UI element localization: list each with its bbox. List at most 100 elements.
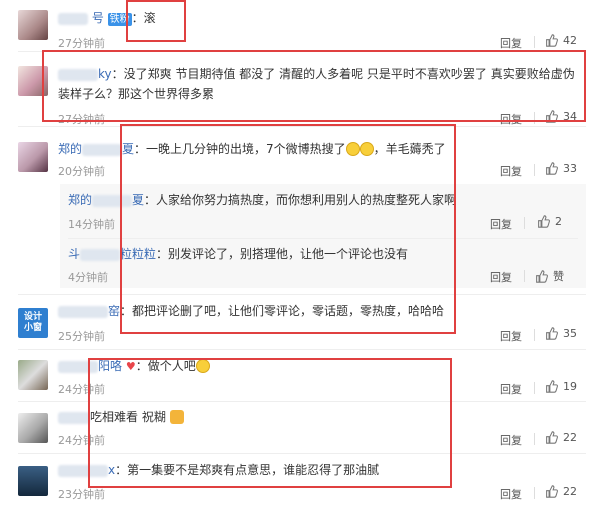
avatar[interactable] — [18, 413, 48, 443]
divider — [18, 401, 586, 402]
avatar[interactable]: 设计小窗 — [18, 308, 48, 338]
divider — [18, 453, 586, 454]
like-label: 赞 — [553, 270, 564, 283]
avatar[interactable] — [18, 142, 48, 172]
reply-button[interactable]: 回复 — [500, 163, 522, 179]
avatar[interactable] — [18, 360, 48, 390]
thumbs-up-icon — [546, 485, 558, 498]
reply-button[interactable]: 回复 — [500, 486, 522, 502]
reply-button[interactable]: 回复 — [500, 111, 522, 127]
like-button[interactable]: 42 — [545, 34, 577, 47]
comment-2: ky：没了郑爽 节目期待值 都没了 清醒的人多着呢 只是平时不喜欢吵罢了 真实要… — [0, 52, 594, 126]
username[interactable]: 阳咯 — [98, 359, 122, 373]
like-button[interactable]: 22 — [545, 485, 577, 498]
reply-button[interactable]: 回复 — [490, 269, 512, 285]
username-blur — [58, 464, 108, 477]
comment-text: 斗粒粒粒：别发评论了，别搭理他，让他一个评论也没有 — [68, 244, 408, 264]
timestamp: 23分钟前 — [58, 488, 105, 501]
divider — [534, 329, 535, 341]
username[interactable]: 郑的夏 — [58, 142, 134, 156]
divider — [534, 382, 535, 394]
comment-body: ：做个人吧 — [135, 359, 196, 373]
comment-text: 窑：都把评论删了吧，让他们零评论，零话题，零热度，哈哈哈 — [58, 301, 444, 321]
comment-body: ：一晚上几分钟的出境，7个微博热搜了 — [134, 142, 346, 156]
username-blur — [58, 360, 98, 373]
smile-emoji-icon — [195, 359, 210, 373]
comment-body: ：第一集要不是郑爽有点意思，谁能忍得了那油腻 — [115, 463, 380, 477]
avatar[interactable] — [18, 466, 48, 496]
like-count: 22 — [563, 431, 577, 444]
reply-button[interactable]: 回复 — [490, 216, 512, 232]
reply-button[interactable]: 回复 — [500, 432, 522, 448]
divider — [524, 270, 525, 282]
avatar[interactable] — [18, 66, 48, 96]
comment-text: ky：没了郑爽 节目期待值 都没了 清醒的人多着呢 只是平时不喜欢吵罢了 真实要… — [58, 64, 578, 104]
divider — [524, 217, 525, 229]
like-count: 35 — [563, 327, 577, 340]
avatar[interactable] — [18, 10, 48, 40]
thumbs-up-icon — [546, 380, 558, 393]
comment-body: ：滚 — [131, 11, 156, 25]
like-count: 19 — [563, 380, 577, 393]
username[interactable]: 斗粒粒粒 — [68, 247, 156, 261]
timestamp: 25分钟前 — [58, 330, 105, 343]
like-button[interactable]: 2 — [537, 215, 562, 228]
comment-body: ：没了郑爽 节目期待值 都没了 清醒的人多着呢 只是平时不喜欢吵罢了 真实要败给… — [111, 67, 575, 81]
timestamp: 27分钟前 — [58, 37, 105, 50]
reply-button[interactable]: 回复 — [500, 35, 522, 51]
divider — [18, 294, 586, 295]
like-button[interactable]: 33 — [545, 162, 577, 175]
username-blur — [58, 12, 88, 25]
divider — [534, 36, 535, 48]
comment-9: x：第一集要不是郑爽有点意思，谁能忍得了那油腻 23分钟前 回复 22 — [0, 456, 594, 518]
thumbs-down-emoji-icon — [169, 410, 184, 424]
like-button[interactable]: 19 — [545, 380, 577, 393]
thumbs-up-icon — [546, 431, 558, 444]
sub-reply-2: 斗粒粒粒：别发评论了，别搭理他，让他一个评论也没有 4分钟前 回复 赞 — [0, 242, 594, 288]
comment-text: 郑的 夏：人家给你努力搞热度，而你想利用别人的热度整死人家啊 — [68, 190, 456, 210]
comment-text: x：第一集要不是郑爽有点意思，谁能忍得了那油腻 — [58, 460, 379, 480]
comment-body: 吃相难看 祝糊 — [90, 410, 166, 424]
username[interactable]: ky — [98, 67, 112, 81]
comment-text: 阳咯 ♥：做个人吧 — [58, 356, 210, 377]
comment-text: 吃相难看 祝糊 — [58, 407, 184, 427]
like-button[interactable]: 35 — [545, 327, 577, 340]
avatar-text: 设计小窗 — [23, 312, 42, 333]
timestamp: 4分钟前 — [68, 271, 108, 284]
divider — [534, 487, 535, 499]
timestamp: 27分钟前 — [58, 113, 105, 126]
like-count: 2 — [555, 215, 562, 228]
comment-body-line2: 装样子么？那这个世界得多累 — [58, 87, 215, 101]
timestamp: 14分钟前 — [68, 218, 115, 231]
username-blur — [58, 68, 98, 81]
fan-badge: 铁粉 — [107, 13, 132, 26]
comment-3: 郑的 夏：一晚上几分钟的出境，7个微博热搜了 ，羊毛薅秃了 20分钟前 回复 33 — [0, 130, 594, 180]
divider — [534, 164, 535, 176]
timestamp: 20分钟前 — [58, 165, 105, 178]
thumbs-up-icon — [546, 34, 558, 47]
smile-emoji-icon — [359, 142, 374, 156]
comment-body: ：别发评论了，别搭理他，让他一个评论也没有 — [156, 247, 409, 261]
like-button[interactable]: 34 — [545, 110, 577, 123]
timestamp: 24分钟前 — [58, 434, 105, 447]
comment-6: 设计小窗 窑：都把评论删了吧，让他们零评论，零话题，零热度，哈哈哈 25分钟前 … — [0, 298, 594, 348]
like-button[interactable]: 22 — [545, 431, 577, 444]
comment-body: ：都把评论删了吧，让他们零评论，零话题，零热度，哈哈哈 — [120, 304, 445, 318]
comment-text: 号 铁粉 ：滚 — [58, 8, 156, 28]
divider — [68, 238, 578, 239]
like-button[interactable]: 赞 — [535, 268, 564, 284]
comment-text: 郑的 夏：一晚上几分钟的出境，7个微博热搜了 ，羊毛薅秃了 — [58, 139, 446, 159]
username[interactable]: 号 — [92, 11, 104, 25]
divider — [534, 112, 535, 124]
username[interactable]: 窑 — [108, 304, 120, 318]
username[interactable]: 郑的夏 — [68, 193, 144, 207]
divider — [534, 433, 535, 445]
reply-button[interactable]: 回复 — [500, 328, 522, 344]
reply-button[interactable]: 回复 — [500, 381, 522, 397]
thumbs-up-icon — [538, 215, 550, 228]
sub-reply-1: 郑的 夏：人家给你努力搞热度，而你想利用别人的热度整死人家啊 14分钟前 回复 2 — [0, 188, 594, 236]
comment-8: 吃相难看 祝糊 24分钟前 回复 22 — [0, 404, 594, 452]
divider — [18, 349, 586, 350]
comment-1: 号 铁粉 ：滚 27分钟前 回复 42 — [0, 0, 594, 50]
thumbs-up-icon — [546, 162, 558, 175]
